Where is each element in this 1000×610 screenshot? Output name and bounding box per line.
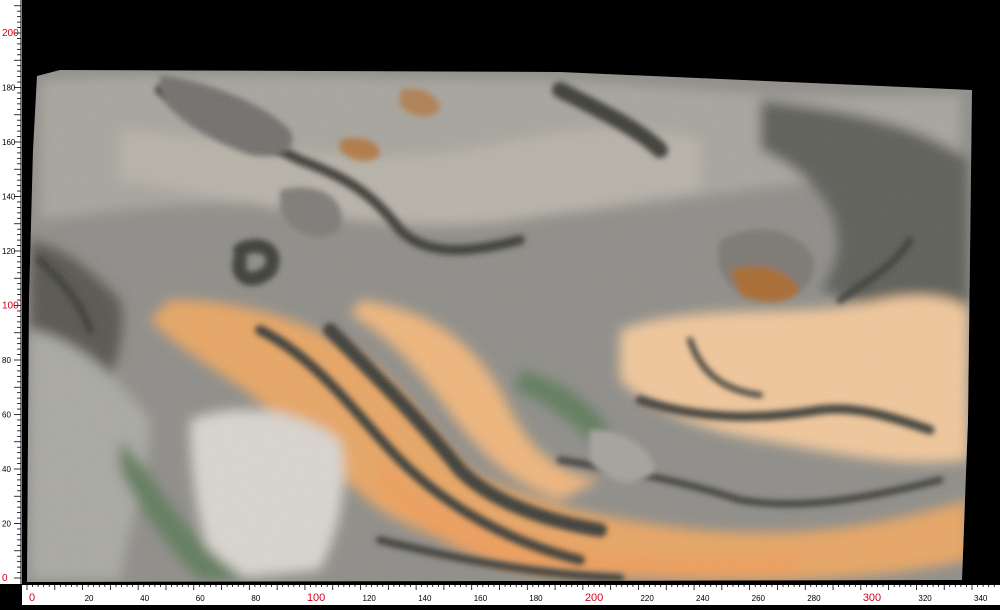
vertical-ruler-label: 180 bbox=[2, 84, 16, 93]
vertical-ruler-label: 120 bbox=[2, 247, 16, 256]
horizontal-ruler-label: 20 bbox=[85, 594, 94, 603]
horizontal-ruler-label: 40 bbox=[140, 594, 149, 603]
horizontal-ruler-label: 320 bbox=[918, 594, 932, 603]
horizontal-ruler-label: 200 bbox=[585, 592, 603, 604]
slab-surface bbox=[27, 70, 972, 582]
horizontal-ruler-label: 260 bbox=[752, 594, 766, 603]
horizontal-ruler-label: 60 bbox=[196, 594, 205, 603]
vertical-ruler-label: 60 bbox=[2, 411, 11, 420]
vertical-ruler-label: 0 bbox=[2, 573, 8, 584]
marble-slab-image bbox=[27, 70, 972, 582]
horizontal-ruler-label: 140 bbox=[418, 594, 432, 603]
horizontal-ruler-label: 180 bbox=[529, 594, 543, 603]
horizontal-ruler-label: 160 bbox=[474, 594, 488, 603]
slab-photo-frame: 0 20 40 60 80 100 120 140 160 180 200 0 20 40 60 80 100… bbox=[0, 0, 1000, 605]
vertical-ruler: 0 20 40 60 80 100 120 140 160 180 200 bbox=[0, 0, 22, 584]
horizontal-ruler: 0 20 40 60 80 100 120 140 160 180 200 220 240 260 280 3… bbox=[22, 584, 1000, 605]
vertical-ruler-label: 200 bbox=[2, 28, 19, 39]
vertical-ruler-label: 140 bbox=[2, 193, 16, 202]
horizontal-ruler-label: 280 bbox=[807, 594, 821, 603]
horizontal-ruler-label: 100 bbox=[307, 592, 325, 604]
horizontal-ruler-label: 340 bbox=[974, 594, 988, 603]
vertical-ruler-label: 160 bbox=[2, 138, 16, 147]
horizontal-ruler-label: 220 bbox=[640, 594, 654, 603]
horizontal-ruler-label: 0 bbox=[29, 592, 35, 604]
horizontal-ruler-label: 240 bbox=[696, 594, 710, 603]
vertical-ruler-label: 80 bbox=[2, 356, 11, 365]
horizontal-ruler-label: 80 bbox=[251, 594, 260, 603]
vertical-ruler-label: 100 bbox=[2, 301, 19, 312]
horizontal-ruler-label: 300 bbox=[863, 592, 881, 604]
vertical-ruler-label: 20 bbox=[2, 520, 11, 529]
horizontal-ruler-label: 120 bbox=[363, 594, 377, 603]
vertical-ruler-label: 40 bbox=[2, 465, 11, 474]
